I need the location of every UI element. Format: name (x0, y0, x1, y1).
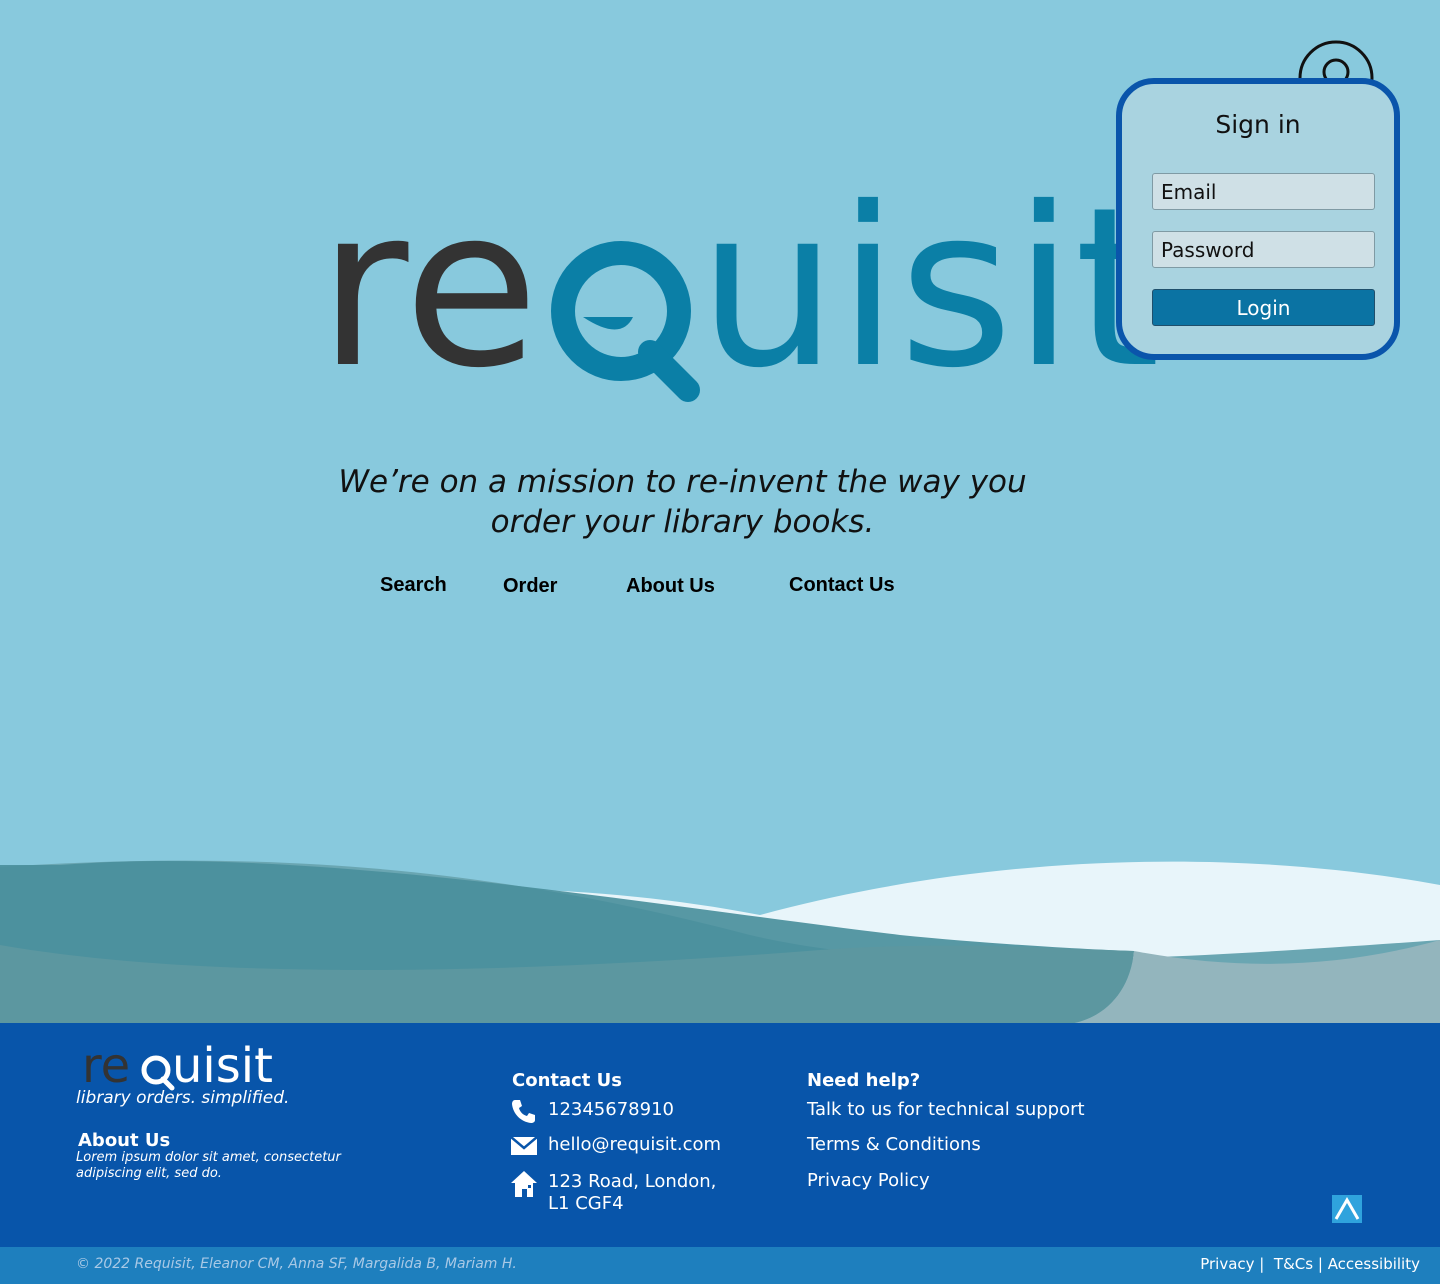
hero-tagline: We’re on a mission to re-invent the way … (300, 462, 1065, 542)
logo-part-re: re (318, 180, 539, 416)
chevron-up-icon (1334, 1197, 1360, 1220)
phone-icon (512, 1100, 535, 1123)
bottom-links: Privacy | T&Cs | Accessibility (1200, 1255, 1420, 1273)
footer-logo-uisit: uisit (172, 1040, 273, 1094)
footer-logo-re: re (82, 1040, 130, 1094)
tagline-line-2: order your library books. (490, 504, 875, 540)
magnifier-q-icon (551, 241, 700, 402)
logo-part-uisit: uisit (698, 180, 1160, 416)
separator: | (1259, 1255, 1265, 1273)
home-icon (511, 1171, 537, 1197)
privacy-policy-link[interactable]: Privacy Policy (807, 1170, 930, 1192)
nav-link-order[interactable]: Order (503, 575, 557, 598)
hero-logo: re uisit (318, 180, 1160, 416)
nav-link-search[interactable]: Search (380, 574, 447, 597)
signin-title: Sign in (1215, 110, 1301, 139)
mail-icon (510, 1136, 538, 1155)
footer-about-text: Lorem ipsum dolor sit amet, consectetur … (76, 1150, 341, 1181)
address-line-1: 123 Road, London, (548, 1171, 717, 1192)
footer-about-heading: About Us (78, 1130, 171, 1151)
decorative-waves (0, 860, 1440, 1025)
terms-conditions-link[interactable]: Terms & Conditions (807, 1134, 981, 1156)
footer-slogan: library orders. simplified. (76, 1088, 290, 1108)
contact-email-link[interactable]: hello@requisit.com (548, 1134, 721, 1156)
nav-link-about-us[interactable]: About Us (626, 575, 715, 598)
address-line-2: L1 CGF4 (548, 1193, 624, 1214)
bottom-link-tcs[interactable]: T&Cs (1274, 1255, 1313, 1273)
technical-support-link[interactable]: Talk to us for technical support (807, 1099, 1085, 1121)
separator: | (1317, 1255, 1323, 1273)
contact-phone: 12345678910 (548, 1099, 674, 1120)
copyright-text: © 2022 Requisit, Eleanor CM, Anna SF, Ma… (76, 1256, 517, 1272)
footer-contact-heading: Contact Us (512, 1070, 623, 1091)
login-button[interactable]: Login (1152, 289, 1375, 326)
signin-panel: Sign in Login (1116, 78, 1400, 360)
nav-link-contact-us[interactable]: Contact Us (789, 574, 895, 597)
bottom-link-accessibility[interactable]: Accessibility (1328, 1255, 1420, 1273)
email-field[interactable] (1152, 173, 1375, 210)
contact-address: 123 Road, London, L1 CGF4 (548, 1171, 716, 1215)
footer-help-heading: Need help? (807, 1070, 921, 1091)
scroll-to-top-button[interactable] (1332, 1195, 1362, 1223)
tagline-line-1: We’re on a mission to re-invent the way … (338, 464, 1027, 500)
bottom-link-privacy[interactable]: Privacy (1200, 1255, 1254, 1273)
footer-magnifier-icon (141, 1055, 175, 1091)
password-field[interactable] (1152, 231, 1375, 268)
